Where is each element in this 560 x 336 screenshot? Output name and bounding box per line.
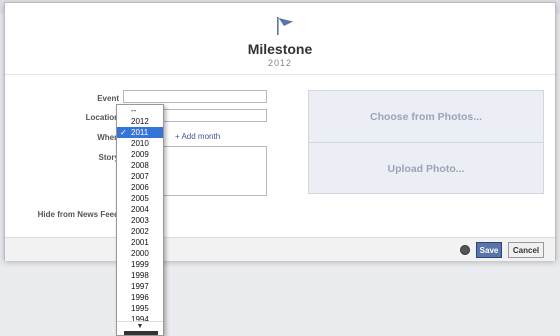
year-option[interactable]: 2000 [117,248,163,259]
year-option[interactable]: 2010 [117,138,163,149]
upload-photo-button[interactable]: Upload Photo... [309,143,543,195]
dialog-header: Milestone 2012 [5,3,555,75]
year-option[interactable]: 1996 [117,292,163,303]
cancel-button[interactable]: Cancel [508,242,544,258]
add-month-link[interactable]: + Add month [175,132,220,141]
year-option[interactable]: 2005 [117,193,163,204]
year-option[interactable]: 2009 [117,149,163,160]
location-label: Location [85,113,119,122]
year-option-label: 2011 [131,128,149,137]
scroll-indicator-bar [124,331,158,335]
year-option[interactable]: 2004 [117,204,163,215]
hide-from-news-feed-label: Hide from News Feed [37,210,119,219]
flag-icon [277,17,293,35]
year-dropdown-list[interactable]: -- 2012 ✓ 2011 2010 2009 2008 2007 2006 2… [116,104,164,336]
dialog-year: 2012 [267,58,293,68]
year-option[interactable]: 2001 [117,237,163,248]
year-option[interactable]: 2002 [117,226,163,237]
year-option[interactable]: 2007 [117,171,163,182]
year-option[interactable]: 1998 [117,270,163,281]
checkmark-icon: ✓ [120,128,127,137]
year-option[interactable]: 2003 [117,215,163,226]
year-option-selected[interactable]: ✓ 2011 [117,127,163,138]
year-option[interactable]: -- [117,105,163,116]
year-option[interactable]: 2006 [117,182,163,193]
save-button[interactable]: Save [476,242,502,258]
when-label: When [97,133,119,142]
globe-icon[interactable] [460,245,470,255]
photo-panel: Choose from Photos... Upload Photo... [308,90,544,194]
choose-from-photos-button[interactable]: Choose from Photos... [309,91,543,143]
year-option[interactable]: 1997 [117,281,163,292]
year-option[interactable]: 1995 [117,303,163,314]
scroll-down-arrow[interactable]: ▼ [117,321,163,335]
year-option[interactable]: 2012 [117,116,163,127]
year-option[interactable]: 2008 [117,160,163,171]
story-label: Story [98,153,119,162]
year-option[interactable]: 1999 [117,259,163,270]
event-input[interactable] [123,90,267,103]
event-label: Event [97,94,119,103]
milestone-dialog: Milestone 2012 Event Location When + Add… [4,2,556,261]
dialog-title: Milestone [247,41,313,57]
dialog-footer: Save Cancel [5,237,555,261]
